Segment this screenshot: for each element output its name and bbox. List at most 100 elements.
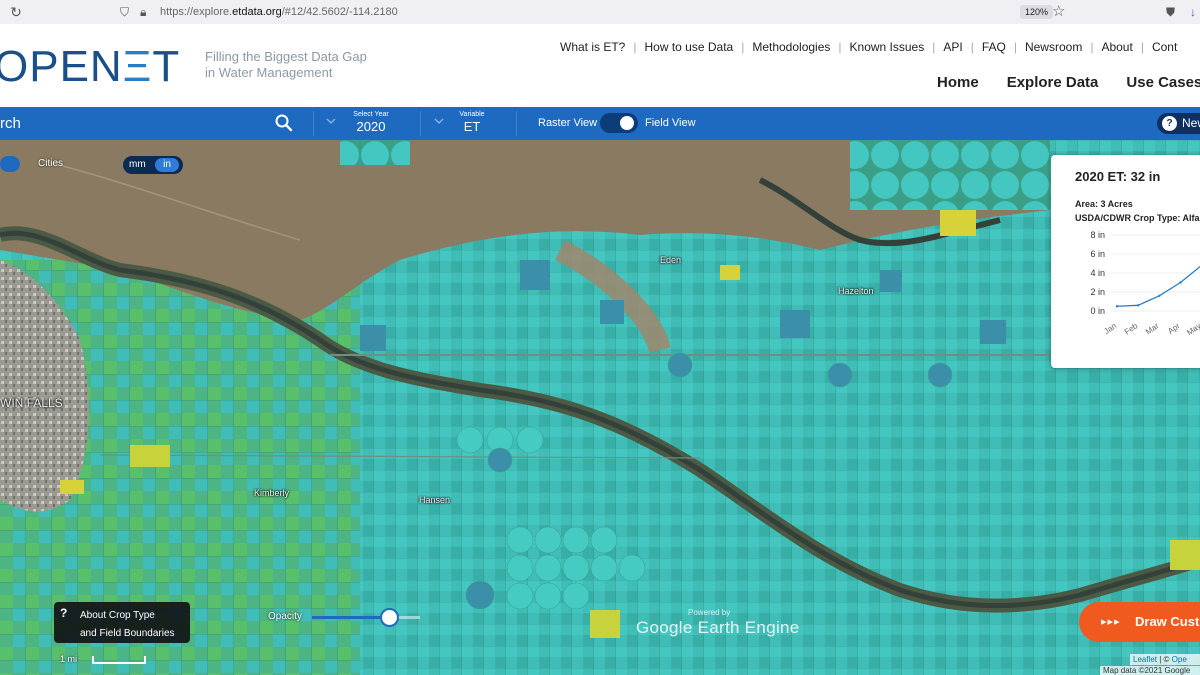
- url-text[interactable]: https://explore.etdata.org/#12/42.5602/-…: [160, 1, 398, 23]
- tagline-line-2: in Water Management: [205, 65, 333, 80]
- gee-powered-by: Powered by: [688, 608, 731, 617]
- unit-toggle[interactable]: mm in: [123, 156, 183, 174]
- variable-select[interactable]: Variable ET: [442, 111, 502, 135]
- satellite-map-layer[interactable]: [0, 140, 1200, 675]
- url-path: /#12/42.5602/-114.2180: [281, 6, 398, 18]
- new-help-label: New: [1182, 116, 1200, 130]
- link-separator: |: [838, 40, 842, 54]
- view-toggle-knob: [620, 116, 634, 130]
- scale-label: 1 mi: [60, 654, 78, 664]
- chart-y-tick: 4 in: [1090, 268, 1105, 278]
- map[interactable]: Cities mm in WIN FALLS Kimberly Hansen E…: [0, 140, 1200, 675]
- link-methodologies[interactable]: Methodologies: [752, 40, 830, 54]
- reload-icon[interactable]: ↻: [8, 4, 24, 20]
- chevron-down-icon: [326, 118, 336, 124]
- chart-x-tick: Jan: [1102, 321, 1118, 336]
- tagline-line-1: Filling the Biggest Data Gap: [205, 49, 367, 64]
- toolbar-divider: [313, 111, 314, 136]
- address-bar[interactable]: ⛉ 🔒︎ https://explore.etdata.org/#12/42.5…: [114, 1, 1082, 23]
- link-api[interactable]: API: [943, 40, 962, 54]
- place-hazelton: Hazelton: [838, 286, 874, 296]
- about-crop-type-button[interactable]: ? About Crop Type and Field Boundaries: [54, 602, 190, 643]
- et-line-chart: 8 in 6 in 4 in 2 in 0 in Jan Feb Mar Apr May: [1090, 230, 1200, 337]
- scale-bar: [92, 656, 146, 664]
- help-icon: ?: [1162, 116, 1177, 131]
- zoom-badge[interactable]: 120%: [1020, 5, 1054, 19]
- link-separator: |: [1013, 40, 1017, 54]
- extension-icon[interactable]: ↓: [1190, 1, 1196, 23]
- link-faq[interactable]: FAQ: [982, 40, 1006, 54]
- nav-home[interactable]: Home: [937, 74, 979, 91]
- chart-point: [1115, 305, 1119, 308]
- chart-x-tick: Feb: [1123, 321, 1140, 337]
- link-about[interactable]: About: [1101, 40, 1132, 54]
- chart-y-tick: 2 in: [1090, 287, 1105, 297]
- site-header: OPENΞT Filling the Biggest Data Gap in W…: [0, 24, 1200, 107]
- bookmark-star-icon[interactable]: ☆: [1052, 1, 1065, 23]
- view-toggle[interactable]: [600, 113, 638, 133]
- link-how-to-use-data[interactable]: How to use Data: [644, 40, 733, 54]
- chart-x-tick: Mar: [1144, 321, 1161, 336]
- link-separator: |: [932, 40, 936, 54]
- logo-e: Ξ: [122, 42, 153, 91]
- google-earth-engine-logo: Google Earth Engine: [636, 618, 800, 637]
- raster-view-label[interactable]: Raster View: [538, 107, 597, 140]
- search-icon[interactable]: [274, 113, 294, 133]
- link-separator: |: [633, 40, 637, 54]
- question-icon: ?: [60, 606, 68, 620]
- place-hansen: Hansen: [419, 495, 451, 505]
- field-view-label[interactable]: Field View: [645, 107, 696, 140]
- opacity-slider-handle[interactable]: [380, 608, 399, 627]
- draw-custom-button[interactable]: ▸▸▸ Draw Cust: [1079, 602, 1200, 642]
- attribution-separator: | ©: [1157, 655, 1172, 664]
- chart-x-tick: Apr: [1166, 321, 1182, 336]
- arrows-icon: ▸▸▸: [1101, 616, 1121, 628]
- opacity-label: Opacity: [268, 611, 302, 622]
- link-what-is-et[interactable]: What is ET?: [560, 40, 625, 54]
- variable-select-label: Variable: [459, 111, 485, 118]
- leaflet-link[interactable]: Leaflet: [1133, 655, 1157, 664]
- about-line-1: About Crop Type: [80, 610, 155, 621]
- pocket-icon[interactable]: ⛊: [1166, 1, 1175, 23]
- popup-crop-type: USDA/CDWR Crop Type: Alfa: [1075, 213, 1200, 223]
- logo-t: T: [152, 42, 181, 91]
- toolbar-divider: [420, 111, 421, 136]
- new-help-button[interactable]: ? New: [1157, 113, 1200, 134]
- nav-explore-data[interactable]: Explore Data: [1007, 74, 1099, 91]
- map-data-attribution: Map data ©2021 Google: [1100, 666, 1200, 675]
- chart-point: [1136, 304, 1140, 307]
- link-separator: |: [1090, 40, 1094, 54]
- cities-label: Cities: [38, 158, 64, 169]
- url-prefix: https://explore.: [160, 6, 233, 18]
- place-twin-falls: WIN FALLS: [0, 396, 63, 410]
- link-contact[interactable]: Cont: [1152, 40, 1177, 54]
- place-kimberly: Kimberly: [254, 488, 290, 498]
- about-line-2: and Field Boundaries: [80, 628, 175, 639]
- cities-toggle[interactable]: [0, 156, 20, 172]
- map-attribution: Leaflet | © Ope: [1130, 654, 1200, 665]
- toolbar-divider: [516, 111, 517, 136]
- chart-y-tick: 8 in: [1090, 230, 1105, 240]
- unit-mm-option[interactable]: mm: [129, 156, 146, 174]
- draw-custom-label: Draw Cust: [1135, 614, 1200, 629]
- link-separator: |: [970, 40, 974, 54]
- popup-title: 2020 ET: 32 in: [1075, 169, 1161, 184]
- link-known-issues[interactable]: Known Issues: [850, 40, 925, 54]
- logo-open: OPEN: [0, 42, 123, 91]
- year-select-label: Select Year: [353, 111, 389, 118]
- lock-icon: 🔒︎: [140, 5, 147, 19]
- openet-logo[interactable]: OPENΞT: [0, 42, 180, 92]
- unit-in-option[interactable]: in: [155, 158, 179, 172]
- nav-use-cases[interactable]: Use Cases: [1126, 74, 1200, 91]
- osm-link[interactable]: Ope: [1172, 655, 1187, 664]
- year-select[interactable]: Select Year 2020: [341, 111, 401, 135]
- browser-toolbar: ↻ ⛉ 🔒︎ https://explore.etdata.org/#12/42…: [0, 0, 1200, 25]
- chart-point: [1158, 294, 1161, 297]
- search-label[interactable]: rch: [0, 107, 21, 140]
- link-separator: |: [1140, 40, 1144, 54]
- link-separator: |: [741, 40, 745, 54]
- link-newsroom[interactable]: Newsroom: [1025, 40, 1082, 54]
- opacity-slider-fill[interactable]: [312, 616, 390, 619]
- main-nav: Home Explore Data Use Cases: [937, 74, 1200, 96]
- chart-et-line: [1116, 265, 1200, 307]
